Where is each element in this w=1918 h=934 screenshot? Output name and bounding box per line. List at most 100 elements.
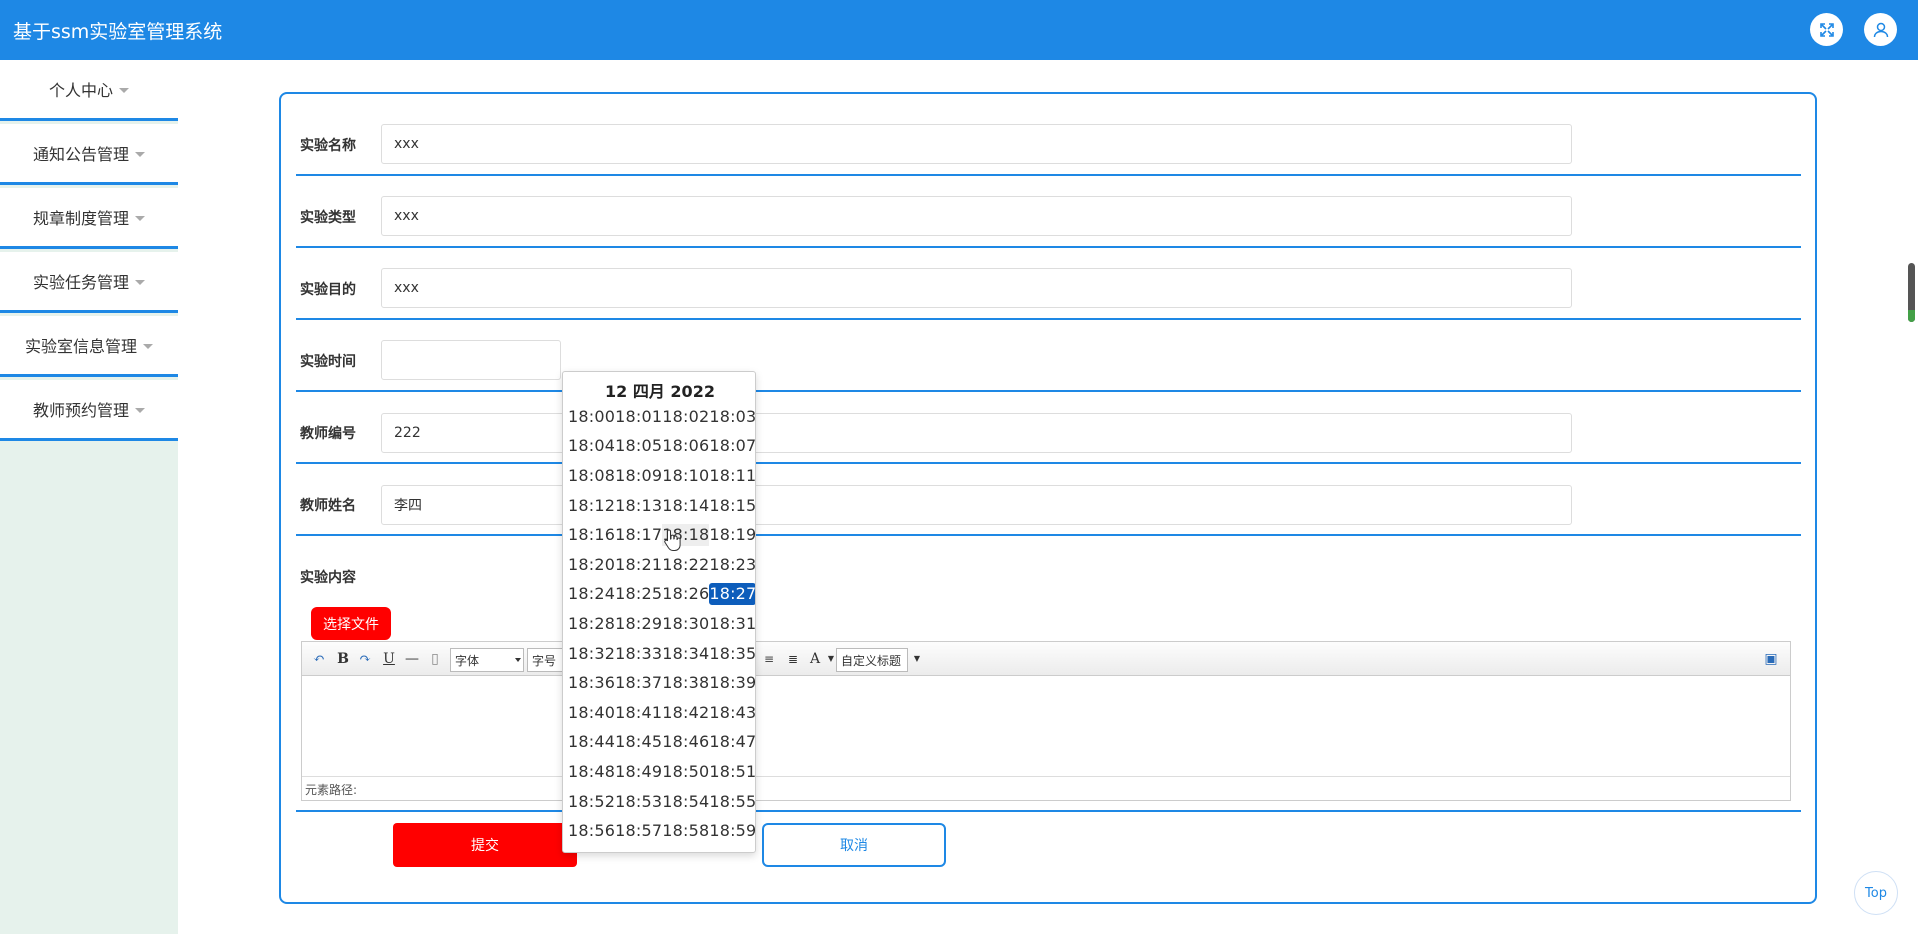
time-option[interactable]: 18:57 [615, 820, 662, 842]
editor-content-area[interactable] [302, 676, 1790, 776]
time-option[interactable]: 18:27 [709, 583, 755, 606]
underline-icon[interactable]: U [380, 650, 398, 668]
time-option[interactable]: 18:35 [709, 643, 755, 665]
time-option[interactable]: 18:20 [568, 554, 615, 576]
time-option[interactable]: 18:34 [662, 643, 709, 665]
time-option[interactable]: 18:56 [568, 820, 615, 842]
time-option[interactable]: 18:24 [568, 583, 615, 605]
fullscreen-icon[interactable] [1810, 13, 1843, 46]
sidebar-item-notice-management[interactable]: 通知公告管理 [0, 124, 178, 185]
submit-button[interactable]: 提交 [393, 823, 577, 867]
time-option[interactable]: 18:17 [615, 524, 662, 546]
horizontal-rule-icon[interactable]: — [403, 650, 421, 668]
time-option[interactable]: 18:06 [662, 435, 709, 457]
teacher-name-input[interactable] [381, 485, 1572, 525]
time-option[interactable]: 18:21 [615, 554, 662, 576]
time-option[interactable]: 18:58 [662, 820, 709, 842]
time-option[interactable]: 18:05 [615, 435, 662, 457]
time-option[interactable]: 18:38 [662, 672, 709, 694]
fullscreen-editor-icon[interactable]: ▣ [1762, 650, 1780, 668]
bold-icon[interactable]: B [334, 650, 352, 668]
time-option[interactable]: 18:39 [709, 672, 755, 694]
experiment-purpose-input[interactable] [381, 268, 1572, 308]
editor-element-path: 元素路径: [302, 776, 1790, 800]
time-option[interactable]: 18:09 [615, 465, 662, 487]
page-scrollbar[interactable] [1908, 263, 1915, 322]
custom-title-dropdown-icon[interactable]: ▼ [908, 650, 926, 668]
sidebar-item-rules-management[interactable]: 规章制度管理 [0, 188, 178, 249]
time-option[interactable]: 18:44 [568, 731, 615, 753]
time-option[interactable]: 18:48 [568, 761, 615, 783]
time-option[interactable]: 18:26 [662, 583, 709, 605]
custom-title-select[interactable]: 自定义标题 [836, 648, 908, 672]
sidebar-item-lab-info-management[interactable]: 实验室信息管理 [0, 316, 178, 377]
time-picker-row: 18:00 18:01 18:02 18:03 [568, 402, 755, 432]
time-option[interactable]: 18:11 [709, 465, 755, 487]
align-justify-icon[interactable]: ≣ [784, 650, 802, 668]
custom-title-value: 自定义标题 [841, 654, 902, 668]
cancel-button[interactable]: 取消 [762, 823, 946, 867]
time-option[interactable]: 18:43 [709, 702, 755, 724]
time-option[interactable]: 18:40 [568, 702, 615, 724]
row-divider [296, 246, 1801, 248]
time-option[interactable]: 18:01 [615, 406, 662, 428]
time-option[interactable]: 18:25 [615, 583, 662, 605]
time-option[interactable]: 18:28 [568, 613, 615, 635]
time-option[interactable]: 18:55 [709, 791, 755, 813]
time-picker-row: 18:32 18:33 18:34 18:35 [568, 639, 755, 669]
time-option[interactable]: 18:12 [568, 495, 615, 517]
time-option[interactable]: 18:37 [615, 672, 662, 694]
choose-file-button[interactable]: 选择文件 [311, 607, 391, 640]
time-option[interactable]: 18:29 [615, 613, 662, 635]
font-size-select[interactable]: 字号 [527, 648, 567, 672]
user-icon[interactable] [1864, 13, 1897, 46]
redo-icon[interactable]: ↷ [356, 650, 374, 668]
undo-icon[interactable]: ↶ [310, 650, 328, 668]
time-option[interactable]: 18:31 [709, 613, 755, 635]
time-option[interactable]: 18:54 [662, 791, 709, 813]
time-option[interactable]: 18:15 [709, 495, 755, 517]
time-option[interactable]: 18:49 [615, 761, 662, 783]
time-option[interactable]: 18:36 [568, 672, 615, 694]
time-option[interactable]: 18:00 [568, 406, 615, 428]
sidebar-item-personal-center[interactable]: 个人中心 [0, 60, 178, 121]
field-label-purpose: 实验目的 [300, 282, 356, 298]
time-option[interactable]: 18:42 [662, 702, 709, 724]
time-option[interactable]: 18:03 [709, 406, 755, 428]
time-option[interactable]: 18:33 [615, 643, 662, 665]
time-option[interactable]: 18:19 [709, 524, 755, 546]
time-option[interactable]: 18:04 [568, 435, 615, 457]
time-option[interactable]: 18:02 [662, 406, 709, 428]
time-option[interactable]: 18:41 [615, 702, 662, 724]
font-family-select[interactable]: 字体 [450, 648, 524, 672]
time-option[interactable]: 18:59 [709, 820, 755, 842]
time-option[interactable]: 18:23 [709, 554, 755, 576]
teacher-id-input[interactable] [381, 413, 1572, 453]
time-option[interactable]: 18:14 [662, 495, 709, 517]
experiment-type-input[interactable] [381, 196, 1572, 236]
time-option[interactable]: 18:46 [662, 731, 709, 753]
time-option[interactable]: 18:52 [568, 791, 615, 813]
time-option[interactable]: 18:13 [615, 495, 662, 517]
sidebar-item-reservation-management[interactable]: 教师预约管理 [0, 380, 178, 441]
time-option[interactable]: 18:53 [615, 791, 662, 813]
time-option[interactable]: 18:50 [662, 761, 709, 783]
time-option[interactable]: 18:45 [615, 731, 662, 753]
time-option[interactable]: 18:16 [568, 524, 615, 546]
sidebar-item-task-management[interactable]: 实验任务管理 [0, 252, 178, 313]
time-option[interactable]: 18:22 [662, 554, 709, 576]
align-center-icon[interactable]: ≡ [760, 650, 778, 668]
sidebar-item-label: 实验室信息管理 [24, 337, 137, 356]
row-divider [296, 534, 1801, 536]
time-option[interactable]: 18:51 [709, 761, 755, 783]
back-to-top-button[interactable]: Top [1854, 871, 1898, 915]
time-option[interactable]: 18:30 [662, 613, 709, 635]
time-option[interactable]: 18:08 [568, 465, 615, 487]
time-option[interactable]: 18:10 [662, 465, 709, 487]
experiment-name-input[interactable] [381, 124, 1572, 164]
time-option[interactable]: 18:07 [709, 435, 755, 457]
time-option[interactable]: 18:32 [568, 643, 615, 665]
time-option[interactable]: 18:47 [709, 731, 755, 753]
experiment-time-input[interactable] [381, 340, 561, 380]
page-icon[interactable]: ▯ [426, 650, 444, 668]
